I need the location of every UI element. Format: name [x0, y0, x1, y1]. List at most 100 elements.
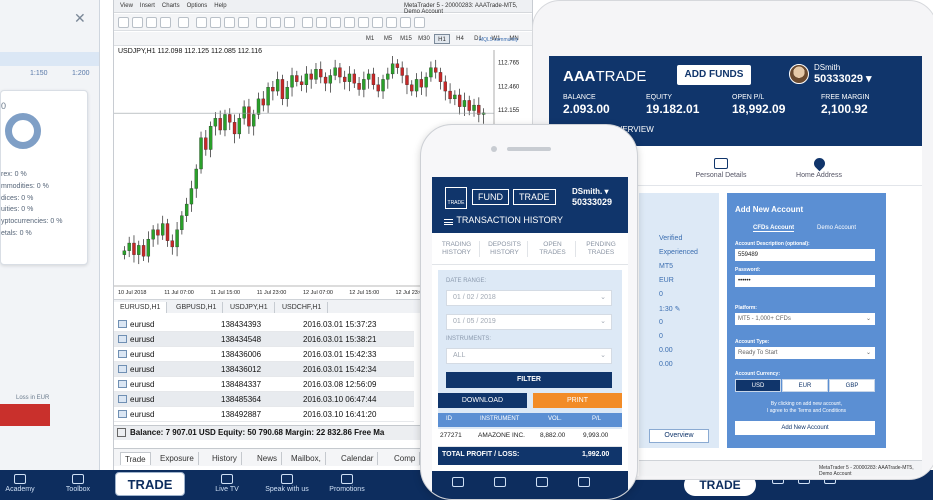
timeframe-m30[interactable]: M30: [416, 34, 432, 44]
fund-button[interactable]: FUND: [472, 189, 509, 205]
toolbox-tab-history[interactable]: History: [208, 452, 242, 465]
nav-live-tv[interactable]: Live TV: [210, 470, 244, 500]
chart-shift-icon[interactable]: [284, 17, 295, 28]
table-row[interactable]: eurusd 138492887 2016.03.10 16:41:20: [114, 407, 414, 422]
terms-line-2[interactable]: I agree to the Terms and Conditions: [727, 408, 886, 415]
autoscroll-icon[interactable]: [270, 17, 281, 28]
table-row[interactable]: eurusd 138484337 2016.03.08 12:56:09: [114, 377, 414, 392]
tab-cfds-account[interactable]: CFDs Account: [753, 225, 795, 232]
chart-tab-gbpusd[interactable]: GBPUSD,H1: [170, 302, 224, 313]
personal-details-tab[interactable]: Personal Details: [691, 158, 751, 179]
menu-view[interactable]: View: [120, 3, 133, 9]
add-new-account-button[interactable]: Add New Account: [735, 421, 875, 435]
phone-logo[interactable]: TRADE: [445, 187, 467, 209]
market-watch-icon[interactable]: [146, 17, 157, 28]
tab-demo-account[interactable]: Demo Account: [817, 225, 856, 231]
home-address-tab[interactable]: Home Address: [789, 155, 849, 179]
filter-button[interactable]: FILTER: [446, 372, 612, 388]
tab-trading-history[interactable]: TRADING HISTORY: [434, 241, 480, 257]
crosshair-icon[interactable]: [316, 17, 327, 28]
date-from-select[interactable]: 01 / 02 / 2018 ⌄: [446, 290, 612, 306]
aaatrade-logo[interactable]: AAATRADE: [563, 68, 646, 85]
trade-button[interactable]: TRADE: [115, 472, 185, 496]
currency-gbp[interactable]: GBP: [829, 379, 875, 392]
account-type-select[interactable]: Ready To Start ⌄: [735, 347, 875, 359]
trade-tab-button[interactable]: TRADE: [513, 189, 556, 205]
academy-icon[interactable]: [494, 477, 506, 487]
text-icon[interactable]: [400, 17, 411, 28]
tab-deposits-history[interactable]: DEPOSITS HISTORY: [482, 241, 528, 257]
toolbox-tab-company[interactable]: Comp: [390, 452, 421, 465]
timeframe-h1[interactable]: H1: [434, 34, 450, 44]
account-number[interactable]: 50333029 ▾: [814, 72, 872, 85]
menu-charts[interactable]: Charts: [162, 3, 180, 9]
algo-trading-icon[interactable]: [178, 17, 189, 28]
nav-speak-with-us[interactable]: Speak with us: [258, 470, 316, 500]
timeframe-m1[interactable]: M1: [362, 34, 378, 44]
password-input[interactable]: ••••••: [735, 275, 875, 287]
shapes-icon[interactable]: [414, 17, 425, 28]
chart-tab-eurusd[interactable]: EURUSD,H1: [114, 302, 168, 313]
bar-chart-icon[interactable]: [196, 17, 207, 28]
chat-icon[interactable]: [578, 477, 590, 487]
menu-icon[interactable]: [444, 217, 454, 225]
chart-tab-usdchf[interactable]: USDCHF,H1: [276, 302, 329, 313]
toolbox-tab-news[interactable]: News: [253, 452, 283, 465]
table-row[interactable]: eurusd 138434393 2016.03.01 15:37:23: [114, 317, 414, 332]
toolbox-tab-calendar[interactable]: Calendar: [337, 452, 379, 465]
pencil-icon[interactable]: ✎: [675, 306, 681, 313]
avatar[interactable]: [789, 64, 809, 84]
toolbox-icon[interactable]: [536, 477, 548, 487]
currency-eur[interactable]: EUR: [782, 379, 828, 392]
platform-select[interactable]: MT5 - 1,000+ CFDs ⌄: [735, 313, 875, 325]
chart-tab-usdjpy[interactable]: USDJPY,H1: [224, 302, 275, 313]
fibonacci-icon[interactable]: [386, 17, 397, 28]
toolbox-tab-trade[interactable]: Trade: [120, 452, 151, 465]
currency-usd[interactable]: USD: [735, 379, 781, 392]
new-chart-icon[interactable]: [118, 17, 129, 28]
toolbox-tab-mailbox[interactable]: Mailbox,: [287, 452, 326, 465]
nav-academy[interactable]: Academy: [0, 470, 40, 500]
table-row[interactable]: eurusd 138436012 2016.03.01 15:42:34: [114, 362, 414, 377]
nav-promotions[interactable]: Promotions: [322, 470, 372, 500]
tab-open-trades[interactable]: OPEN TRADES: [530, 241, 576, 257]
menu-options[interactable]: Options: [187, 3, 208, 9]
profiles-icon[interactable]: [132, 17, 143, 28]
timeframe-h4[interactable]: H4: [452, 34, 468, 44]
timeframe-m5[interactable]: M5: [380, 34, 396, 44]
candle-chart-icon[interactable]: [210, 17, 221, 28]
overview-button[interactable]: Overview: [649, 429, 709, 443]
mql5-community-link[interactable]: MQL5 community: [479, 37, 518, 43]
nav-toolbox[interactable]: Toolbox: [56, 470, 100, 500]
trendline-icon[interactable]: [358, 17, 369, 28]
table-row[interactable]: eurusd 138436006 2016.03.01 15:42:33: [114, 347, 414, 362]
grid-icon[interactable]: [256, 17, 267, 28]
user-icon[interactable]: [452, 477, 464, 487]
tab-pending-trades[interactable]: PENDING TRADES: [578, 241, 624, 257]
download-button[interactable]: DOWNLOAD: [438, 393, 527, 408]
cursor-icon[interactable]: [302, 17, 313, 28]
close-icon[interactable]: ✕: [74, 10, 86, 27]
toolbox-tab-exposure[interactable]: Exposure: [156, 452, 199, 465]
date-to-select[interactable]: 01 / 05 / 2019 ⌄: [446, 314, 612, 330]
menu-help[interactable]: Help: [214, 3, 226, 9]
navigator-icon[interactable]: [160, 17, 171, 28]
candle-body: [381, 79, 385, 92]
channel-icon[interactable]: [372, 17, 383, 28]
zoom-out-icon[interactable]: [238, 17, 249, 28]
zoom-in-icon[interactable]: [224, 17, 235, 28]
add-funds-button[interactable]: ADD FUNDS: [677, 65, 751, 85]
table-row[interactable]: eurusd 138434548 2016.03.01 15:38:21: [114, 332, 414, 347]
menu-insert[interactable]: Insert: [140, 3, 155, 9]
vertical-line-icon[interactable]: [330, 17, 341, 28]
table-row[interactable]: eurusd 138485364 2016.03.10 06:47:44: [114, 392, 414, 407]
candle-body: [448, 90, 452, 100]
horizontal-line-icon[interactable]: [344, 17, 355, 28]
table-row[interactable]: 277271 AMAZONE INC. 8,882.00 9,993.00: [438, 429, 622, 447]
col-instrument: INSTRUMENT: [480, 416, 520, 422]
print-button[interactable]: PRINT: [533, 393, 622, 408]
account-description-input[interactable]: 559489: [735, 249, 875, 261]
instruments-select[interactable]: ALL ⌄: [446, 348, 612, 364]
timeframe-m15[interactable]: M15: [398, 34, 414, 44]
phone-user-name[interactable]: DSmith. ▾: [572, 187, 608, 196]
